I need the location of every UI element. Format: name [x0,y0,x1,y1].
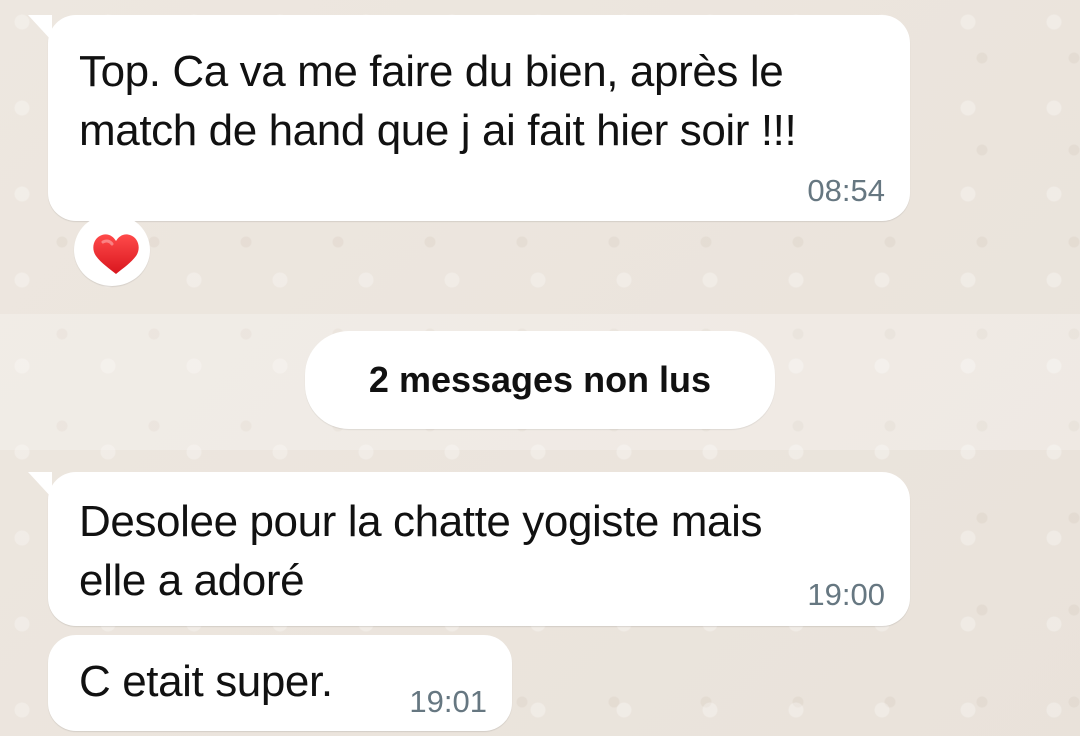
heart-icon [93,234,139,274]
message-timestamp: 19:00 [807,577,885,612]
unread-messages-separator: 2 messages non lus [305,331,775,429]
message-text: Desolee pour la chatte yogiste mais elle… [79,497,763,605]
message-timestamp: 08:54 [807,173,885,208]
incoming-message-bubble[interactable]: Desolee pour la chatte yogiste mais elle… [28,472,910,626]
message-text: Top. Ca va me faire du bien, après le ma… [79,47,797,155]
incoming-message-bubble[interactable]: Top. Ca va me faire du bien, après le ma… [28,15,910,221]
message-reaction[interactable] [74,214,150,286]
unread-messages-label: 2 messages non lus [368,359,712,400]
message-text: C etait super. [79,657,333,706]
message-timestamp: 19:01 [409,684,487,719]
incoming-message-bubble[interactable]: C etait super. 19:01 [48,635,512,731]
